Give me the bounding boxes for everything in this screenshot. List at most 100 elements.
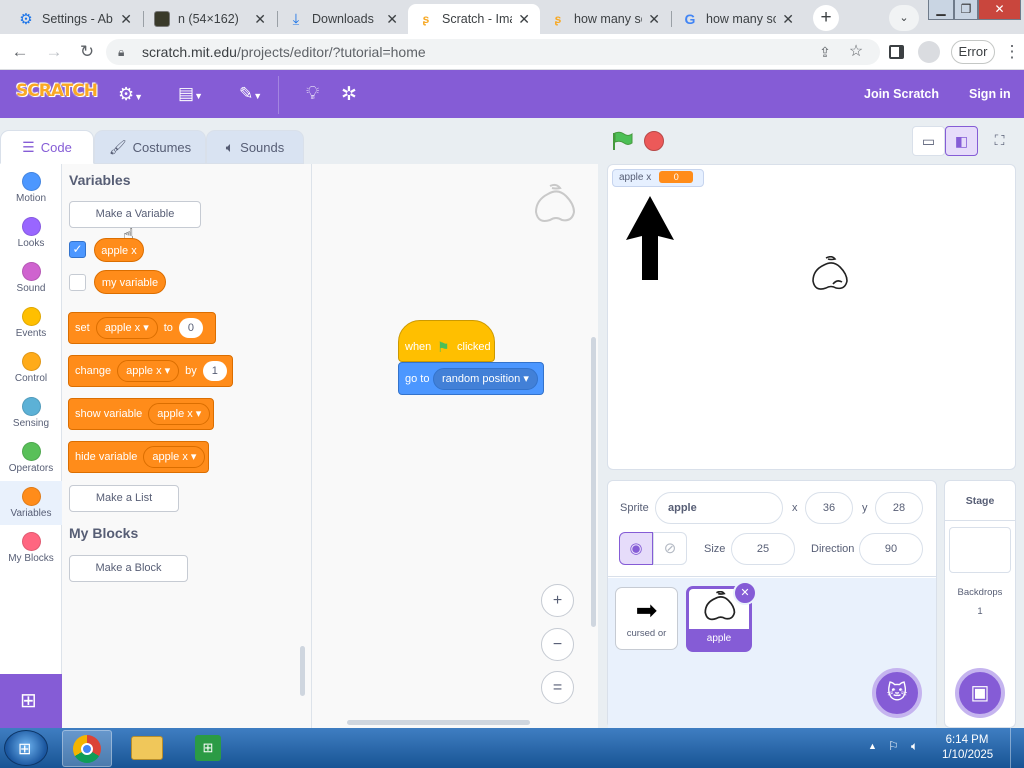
sprite-tile-cursed-or[interactable]: ➡ cursed or [615,587,678,650]
taskbar-chrome[interactable] [62,730,112,767]
close-tab-icon[interactable]: ✕ [782,11,794,28]
go-to-block[interactable]: go to random position ▾ [398,362,544,395]
category-motion[interactable]: Motion [0,166,62,210]
set-value-input[interactable]: 0 [178,318,203,338]
system-clock[interactable]: 6:14 PM 1/10/2025 [942,733,993,763]
cursor-arrow-sprite[interactable] [624,194,676,282]
close-tab-icon[interactable]: ✕ [254,11,266,28]
category-looks[interactable]: Looks [0,211,62,255]
close-tab-icon[interactable]: ✕ [386,11,398,28]
script-horizontal-scrollbar[interactable] [347,720,530,725]
taskbar-store[interactable]: ⊞ [187,731,229,765]
make-list-button[interactable]: Make a List [69,485,179,512]
bookmark-star-icon[interactable]: ☆ [846,42,866,62]
show-variable-block[interactable]: show variable apple x ▾ [68,398,214,430]
set-variable-block[interactable]: set apple x ▾ to 0 [68,312,216,344]
minimize-button[interactable]: ▁ [928,0,954,20]
stage-thumbnail[interactable] [949,527,1011,573]
reload-icon[interactable]: ↻ [77,42,97,62]
side-panel-icon[interactable] [889,45,904,59]
large-stage-button[interactable]: ◧ [945,126,978,156]
choose-backdrop-button[interactable]: ▣ [955,668,1005,718]
close-tab-icon[interactable]: ✕ [648,11,660,28]
new-tab-button[interactable]: + [813,5,839,31]
zoom-out-button[interactable]: − [541,628,574,661]
scratch-logo[interactable]: SCRATCH [16,81,98,107]
volume-icon[interactable]: 🔈︎ [911,739,918,754]
browser-tab-how-many-2[interactable]: G how many sc ✕ [672,4,804,34]
debug-bug-icon[interactable]: ✲ [341,83,357,106]
y-position-input[interactable]: 28 [875,492,923,524]
variable-monitor[interactable]: apple x0 [612,169,704,187]
taskbar-file-explorer[interactable] [126,731,168,765]
category-events[interactable]: Events [0,301,62,345]
edit-menu-icon[interactable]: ✎▼ [239,84,262,104]
profile-avatar[interactable] [918,41,940,63]
make-variable-button[interactable]: Make a Variable [69,201,201,228]
choose-sprite-button[interactable]: 🐱︎ [872,668,922,718]
file-menu-icon[interactable]: ▤▼ [178,84,203,104]
start-button[interactable]: ⊞ [4,730,48,766]
close-window-button[interactable]: ✕ [978,0,1021,20]
browser-tab-downloads[interactable]: ⤓ Downloads ✕ [278,4,408,34]
tab-search-button[interactable]: ⌄ [889,5,919,31]
show-sprite-eye-icon[interactable]: ◉ [619,532,653,565]
category-sound[interactable]: Sound [0,256,62,300]
x-position-input[interactable]: 36 [805,492,853,524]
apple-sprite[interactable] [806,256,852,298]
error-button[interactable]: Error [951,40,995,64]
size-input[interactable]: 25 [731,533,795,565]
when-flag-clicked-block[interactable]: when ⚑ clicked [398,320,495,362]
add-extension-button[interactable]: ⊞ [0,674,62,728]
browser-tab-image[interactable]: n (54×162) ✕ [144,4,276,34]
variable-reporter-apple-x[interactable]: apple x [94,238,144,262]
forward-icon[interactable]: → [44,42,64,62]
more-menu-icon[interactable]: ⋮ [1002,42,1022,62]
change-variable-block[interactable]: change apple x ▾ by 1 [68,355,233,387]
category-sensing[interactable]: Sensing [0,391,62,435]
category-operators[interactable]: Operators [0,436,62,480]
variable-checkbox-my-variable[interactable] [69,274,86,291]
category-variables[interactable]: Variables [0,481,62,525]
network-icon[interactable]: ⚐ [888,739,899,753]
close-tab-icon[interactable]: ✕ [518,11,530,28]
zoom-in-button[interactable]: + [541,584,574,617]
fullscreen-button[interactable]: ⛶ [983,126,1016,156]
show-desktop-button[interactable] [1010,728,1024,768]
tab-costumes[interactable]: 🖌︎ Costumes [94,130,206,164]
settings-gear-icon[interactable]: ⚙▼ [118,84,143,105]
direction-input[interactable]: 90 [859,533,923,565]
hide-variable-block[interactable]: hide variable apple x ▾ [68,441,209,473]
browser-tab-how-many-1[interactable]: ʂ how many sc ✕ [540,4,670,34]
hide-sprite-eye-icon[interactable]: ⊘ [653,532,687,565]
stop-button[interactable] [644,131,664,151]
browser-tab-settings[interactable]: ⚙ Settings - Ab ✕ [8,4,142,34]
sign-in-link[interactable]: Sign in [969,87,1011,101]
variable-checkbox-apple-x[interactable]: ✓ [69,241,86,258]
green-flag-button[interactable] [611,131,633,151]
set-variable-dropdown[interactable]: apple x ▾ [95,317,158,339]
go-to-target-dropdown[interactable]: random position ▾ [433,368,538,390]
close-tab-icon[interactable]: ✕ [120,11,132,28]
join-scratch-link[interactable]: Join Scratch [864,87,939,101]
zoom-reset-button[interactable]: = [541,671,574,704]
show-variable-dropdown[interactable]: apple x ▾ [148,403,211,425]
back-icon[interactable]: ← [10,42,30,62]
script-vertical-scrollbar[interactable] [591,337,596,627]
browser-tab-scratch-active[interactable]: ʂ Scratch - Ima ✕ [408,4,540,34]
variable-reporter-my-variable[interactable]: my variable [94,270,166,294]
tab-code[interactable]: ☰ Code [0,130,94,164]
url-text[interactable]: scratch.mit.edu/projects/editor/?tutoria… [142,44,426,60]
delete-sprite-trash-icon[interactable]: ✕ [733,581,757,605]
tray-expand-icon[interactable]: ▲ [868,741,877,751]
share-icon[interactable]: ⇪ [815,42,835,62]
palette-scrollbar[interactable] [300,646,305,696]
maximize-button[interactable]: ❐ [954,0,978,20]
change-variable-dropdown[interactable]: apple x ▾ [117,360,180,382]
change-value-input[interactable]: 1 [202,361,227,381]
tutorials-lightbulb-icon[interactable]: 💡︎ [306,83,319,105]
tab-sounds[interactable]: 🔈︎ Sounds [206,130,304,164]
category-my-blocks[interactable]: My Blocks [0,526,62,570]
make-block-button[interactable]: Make a Block [69,555,188,582]
sprite-name-input[interactable]: apple [655,492,783,524]
